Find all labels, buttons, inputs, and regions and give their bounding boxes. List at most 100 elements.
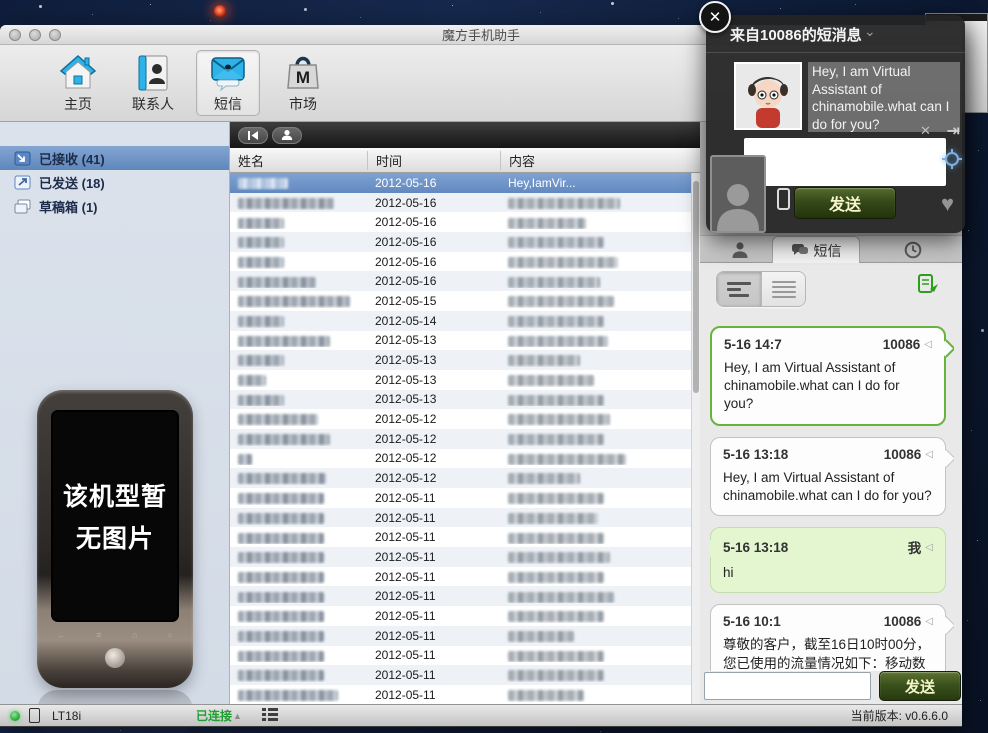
favorite-heart-icon[interactable]: ♥ — [941, 191, 954, 217]
table-row[interactable]: 2012-05-12 — [230, 409, 700, 429]
toolbar-item-contacts[interactable]: 联系人 — [121, 50, 185, 116]
table-row[interactable]: 2012-05-11 — [230, 665, 700, 685]
chat-bubble[interactable]: 5-16 13:1810086◁Hey, I am Virtual Assist… — [710, 437, 946, 516]
dismiss-icon[interactable]: ✕ — [920, 123, 931, 139]
table-row[interactable]: 2012-05-11 — [230, 547, 700, 567]
cell-content — [500, 314, 700, 328]
cell-name — [230, 629, 367, 643]
table-row[interactable]: 2012-05-13 — [230, 390, 700, 410]
cell-content — [500, 629, 700, 643]
compose-icon — [917, 273, 940, 295]
column-header-time[interactable]: 时间 — [367, 151, 500, 170]
notification-close-button[interactable]: ✕ — [699, 1, 731, 33]
table-row[interactable]: 2012-05-13 — [230, 350, 700, 370]
notification-send-button[interactable]: 发送 — [794, 187, 896, 219]
home-icon — [58, 52, 98, 92]
redacted-name — [238, 218, 284, 229]
cell-content — [500, 255, 700, 269]
table-row[interactable]: 2012-05-16 — [230, 252, 700, 272]
table-row[interactable]: 2012-05-13 — [230, 370, 700, 390]
table-row[interactable]: 2012-05-11 — [230, 586, 700, 606]
table-row[interactable]: 2012-05-16 — [230, 232, 700, 252]
table-scrollbar[interactable] — [691, 173, 700, 704]
chat-bubbles-icon — [791, 243, 809, 258]
conversation-view-toggle[interactable] — [717, 272, 761, 306]
table-row[interactable]: 2012-05-11 — [230, 685, 700, 704]
table-row[interactable]: 2012-05-11 — [230, 646, 700, 666]
table-row[interactable]: 2012-05-12 — [230, 449, 700, 469]
cell-content — [500, 294, 700, 308]
cell-name — [230, 255, 367, 269]
redacted-name — [238, 611, 324, 622]
cell-name — [230, 314, 367, 328]
list-view-toggle[interactable] — [761, 272, 805, 306]
svg-text:M: M — [296, 68, 310, 87]
expand-triangle-icon[interactable]: ◁ — [924, 339, 932, 350]
chat-bubble[interactable]: 5-16 13:18我◁hi — [710, 527, 946, 593]
collapse-sidebar-button[interactable] — [238, 127, 268, 144]
locate-crosshair-icon[interactable] — [941, 148, 963, 175]
reply-input[interactable] — [704, 672, 871, 700]
table-row[interactable]: 2012-05-13 — [230, 331, 700, 351]
phone-placeholder-line2: 无图片 — [76, 519, 154, 555]
chat-time: 5-16 10:1 — [723, 614, 781, 629]
send-button[interactable]: 发送 — [879, 671, 961, 701]
compose-message-button[interactable] — [917, 273, 940, 300]
table-row[interactable]: 2012-05-12 — [230, 468, 700, 488]
bubble-tail — [937, 449, 954, 467]
redacted-content — [508, 493, 604, 504]
connection-caret-icon[interactable]: ▲ — [233, 711, 242, 721]
cell-content: Hey,IamVir... — [500, 176, 700, 190]
cell-name — [230, 373, 367, 387]
notification-divider — [706, 52, 965, 53]
sidebar-item-received[interactable]: 已接收 (41) — [0, 146, 229, 170]
redacted-content — [508, 375, 594, 386]
table-row[interactable]: 2012-05-11 — [230, 606, 700, 626]
chevron-down-icon[interactable]: ⌄ — [864, 23, 876, 40]
notification-reply-input[interactable] — [744, 138, 946, 186]
notification-popup: 来自10086的短消息 ⌄ Hey, I am Virtual Assistan… — [706, 15, 965, 233]
table-row[interactable]: 2012-05-11 — [230, 508, 700, 528]
sidebar: 已接收 (41)已发送 (18)草稿箱 (1) 该机型暂 无图片 ←≡⌂○ — [0, 122, 230, 704]
sidebar-item-sent[interactable]: 已发送 (18) — [0, 170, 229, 194]
sidebar-item-drafts[interactable]: 草稿箱 (1) — [0, 194, 229, 218]
redacted-name — [238, 552, 324, 563]
table-row[interactable]: 2012-05-11 — [230, 488, 700, 508]
redacted-name — [238, 257, 284, 268]
chat-bubble[interactable]: 5-16 14:710086◁Hey, I am Virtual Assista… — [710, 326, 946, 426]
expand-triangle-icon[interactable]: ◁ — [925, 542, 933, 553]
toolbar-item-home[interactable]: 主页 — [46, 50, 110, 116]
redacted-name — [238, 355, 284, 366]
table-row[interactable]: 2012-05-16 — [230, 193, 700, 213]
device-list-button[interactable] — [262, 707, 278, 724]
tab-contact[interactable] — [730, 241, 750, 264]
redacted-name — [238, 277, 316, 288]
toolbar-item-market[interactable]: M市场 — [271, 50, 335, 116]
chat-bubble[interactable]: 5-16 10:110086◁尊敬的客户，截至16日10时00分，您已使用的流量… — [710, 604, 946, 671]
contact-view-button[interactable] — [272, 127, 302, 144]
table-row[interactable]: 2012-05-11 — [230, 527, 700, 547]
table-row[interactable]: 2012-05-15 — [230, 291, 700, 311]
table-scrollbar-thumb[interactable] — [693, 181, 699, 393]
chat-bubble-header: 5-16 13:1810086◁ — [723, 447, 933, 462]
redacted-name — [238, 296, 350, 307]
table-row[interactable]: 2012-05-16 — [230, 271, 700, 291]
cell-content — [500, 609, 700, 623]
tab-sms[interactable]: 短信 — [772, 236, 860, 264]
expand-triangle-icon[interactable]: ◁ — [925, 616, 933, 627]
version-label: 当前版本: v0.6.6.0 — [851, 707, 948, 724]
tab-history[interactable] — [904, 241, 922, 264]
cell-time: 2012-05-11 — [367, 550, 500, 564]
table-row[interactable]: 2012-05-11 — [230, 626, 700, 646]
chat-time: 5-16 13:18 — [723, 540, 788, 555]
table-row[interactable]: 2012-05-16 — [230, 212, 700, 232]
expand-triangle-icon[interactable]: ◁ — [925, 449, 933, 460]
toolbar-item-sms[interactable]: 短信 — [196, 50, 260, 116]
table-row[interactable]: 2012-05-11 — [230, 567, 700, 587]
table-row[interactable]: 2012-05-14 — [230, 311, 700, 331]
column-header-content[interactable]: 内容 — [500, 151, 700, 170]
table-row[interactable]: 2012-05-12 — [230, 429, 700, 449]
dock-right-icon[interactable]: ⇥ — [947, 121, 960, 141]
column-header-name[interactable]: 姓名 — [230, 151, 367, 170]
table-row[interactable]: 2012-05-16Hey,IamVir... — [230, 173, 700, 193]
